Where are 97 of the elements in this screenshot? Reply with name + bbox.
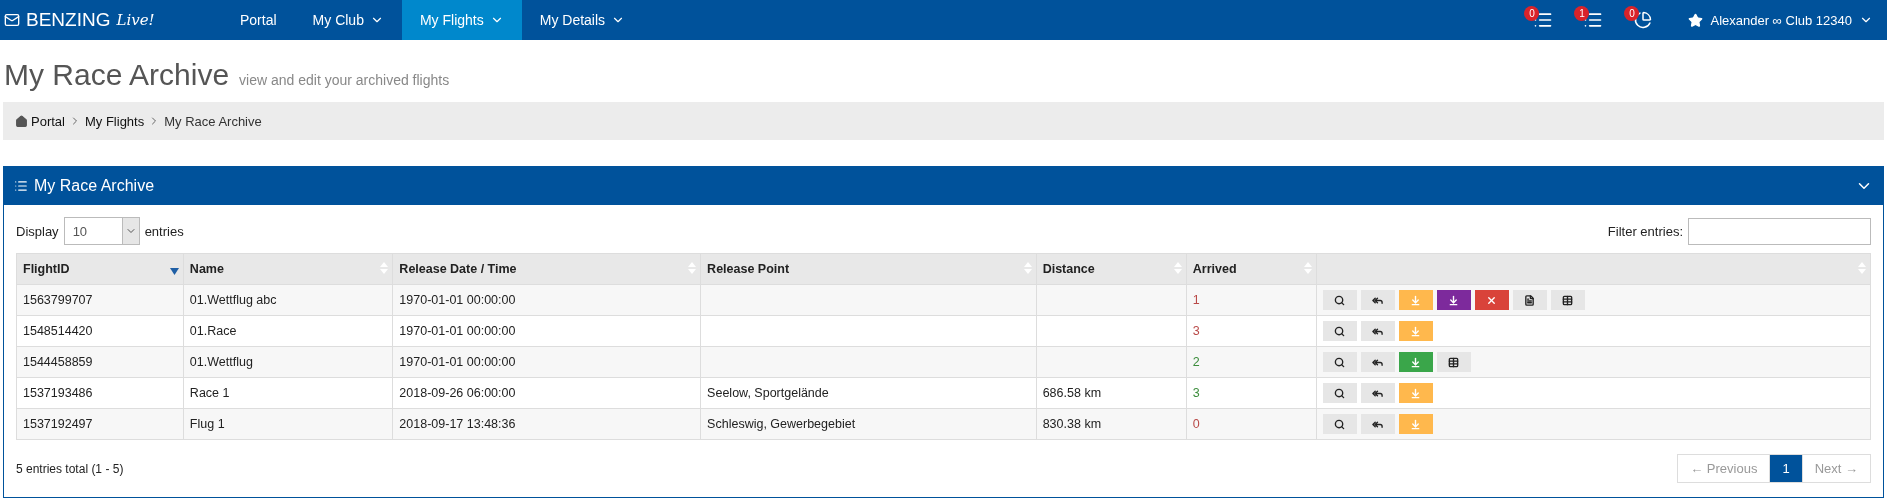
table-cell: 2018-09-17 13:48:36 (392, 408, 701, 440)
table-cell: 1544458859 (16, 346, 184, 378)
table-button[interactable] (1550, 290, 1585, 310)
count-badge: 1 (1574, 6, 1590, 21)
table-cell: 01.Wettflug (183, 346, 393, 378)
reply-button[interactable] (1360, 290, 1395, 310)
entries-label: entries (144, 223, 184, 239)
delete-button[interactable] (1474, 290, 1509, 310)
view-button[interactable] (1322, 383, 1357, 403)
table-cell: 686.58 km (1042, 386, 1102, 400)
column-header[interactable]: Arrived (1186, 253, 1317, 285)
arrived-count: 3 (1192, 324, 1200, 338)
count-badge: 0 (1624, 6, 1640, 21)
reply-all-icon (1372, 387, 1384, 399)
search-icon (1334, 325, 1346, 337)
download-icon (1410, 325, 1422, 337)
entries-summary: 5 entries total (1 - 5) (16, 461, 124, 476)
notification-button[interactable]: 1 (1568, 0, 1619, 40)
filter-label: Filter entries: (1607, 223, 1683, 239)
nav-item[interactable]: My Details (521, 0, 644, 40)
column-header[interactable]: Release Point (700, 253, 1037, 285)
view-button[interactable] (1322, 352, 1357, 372)
column-header[interactable]: Distance (1036, 253, 1187, 285)
list-icon (14, 179, 28, 193)
arrived-count: 1 (1192, 293, 1200, 307)
nav-item[interactable]: My Flights (401, 0, 522, 40)
column-header[interactable]: FlightID (16, 253, 184, 285)
download-icon (1410, 294, 1422, 306)
panel-title: My Race Archive (34, 177, 155, 195)
download-icon (1448, 294, 1460, 306)
table-icon (1448, 356, 1460, 368)
star-icon (1688, 12, 1704, 28)
count-badge: 0 (1524, 6, 1540, 21)
nav-item[interactable]: Portal (222, 0, 295, 40)
table-cell: 2018-09-26 06:00:00 (392, 377, 701, 409)
view-button[interactable] (1322, 414, 1357, 434)
table-cell: 01.Wettflug abc (183, 284, 393, 316)
download-icon (1410, 356, 1422, 368)
filter-input[interactable] (1688, 217, 1871, 245)
arrived-count: 3 (1192, 386, 1200, 400)
arrived-count: 0 (1192, 417, 1200, 431)
entries-select[interactable]: 10 (63, 217, 140, 245)
reply-all-icon (1372, 356, 1384, 368)
display-label: Display (16, 223, 59, 239)
table-cell: 1537192497 (16, 408, 184, 440)
reply-all-icon (1372, 418, 1384, 430)
close-icon (1486, 294, 1498, 306)
search-icon (1334, 294, 1346, 306)
search-icon (1334, 387, 1346, 399)
user-menu[interactable]: Alexander ∞ Club 12340 (1688, 12, 1873, 28)
page-title: My Race Archive (4, 58, 230, 92)
view-button[interactable] (1322, 321, 1357, 341)
reply-all-icon (1372, 294, 1384, 306)
table-cell: 1970-01-01 00:00:00 (392, 284, 701, 316)
search-icon (1334, 356, 1346, 368)
reply-button[interactable] (1360, 383, 1395, 403)
column-header[interactable]: Name (183, 253, 393, 285)
download-icon (1410, 418, 1422, 430)
table-cell: 1970-01-01 00:00:00 (392, 315, 701, 347)
nav-item[interactable]: My Club (294, 0, 402, 40)
table-cell: Race 1 (183, 377, 393, 409)
list-icon (1583, 10, 1604, 30)
reply-button[interactable] (1360, 321, 1395, 341)
breadcrumb-current: My Race Archive (164, 113, 262, 129)
table-cell: 1563799707 (16, 284, 184, 316)
reply-all-icon (1372, 325, 1384, 337)
table-cell: Flug 1 (183, 408, 393, 440)
table-cell: 01.Race (183, 315, 393, 347)
breadcrumb-link[interactable]: Portal (15, 113, 65, 129)
reply-button[interactable] (1360, 352, 1395, 372)
notification-button[interactable]: 0 (1618, 0, 1669, 40)
arrived-count: 2 (1192, 355, 1200, 369)
list-icon (1533, 10, 1554, 30)
column-header[interactable]: Release Date / Time (392, 253, 701, 285)
table-cell: 830.38 km (1042, 417, 1102, 431)
table-button[interactable] (1436, 352, 1471, 372)
table-cell: 1537193486 (16, 377, 184, 409)
notification-button[interactable]: 0 (1518, 0, 1569, 40)
page-subtitle: view and edit your archived flights (239, 72, 450, 88)
document-icon (1524, 294, 1536, 306)
pagination-button[interactable]: 1 (1769, 454, 1803, 483)
breadcrumb-link[interactable]: My Flights (84, 113, 145, 129)
table-icon (1562, 294, 1574, 306)
home-icon (15, 114, 28, 128)
search-icon (1334, 418, 1346, 430)
export-button[interactable] (1436, 290, 1471, 310)
table-cell: 1548514420 (16, 315, 184, 347)
table-cell: 1970-01-01 00:00:00 (392, 346, 701, 378)
reply-button[interactable] (1360, 414, 1395, 434)
table-cell: Seelow, Sportgelände (707, 386, 829, 400)
table-cell: Schleswig, Gewerbegebiet (707, 417, 856, 431)
chart-icon (1634, 11, 1653, 29)
document-button[interactable] (1512, 290, 1547, 310)
view-button[interactable] (1322, 290, 1357, 310)
download-icon (1410, 387, 1422, 399)
envelope-icon (4, 12, 20, 28)
brand-logo[interactable]: BENZING Live! (0, 0, 222, 40)
